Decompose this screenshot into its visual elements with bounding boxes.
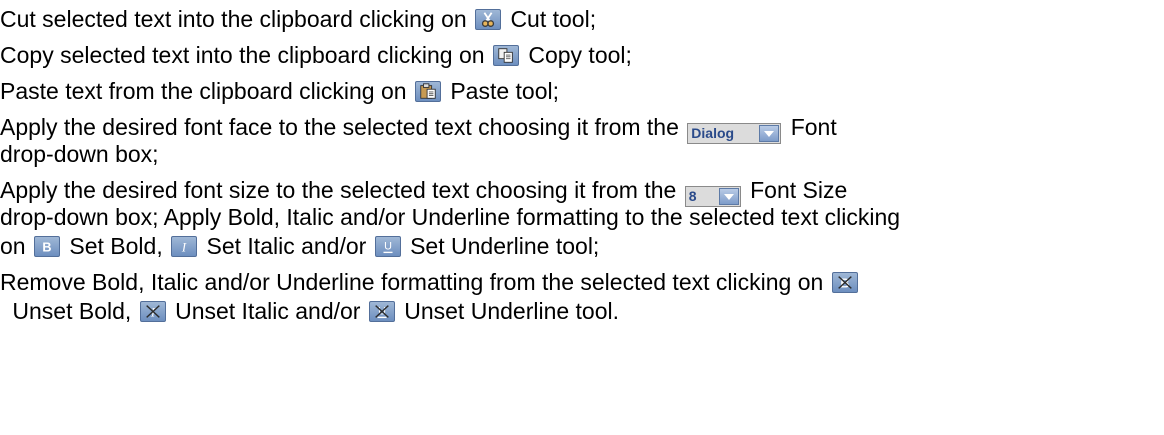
text: Paste tool;	[450, 78, 560, 104]
text: on	[0, 233, 26, 259]
text: Apply the desired font size to the selec…	[0, 177, 677, 203]
unset-format-instruction-cont: Unset Bold, I Unset Italic and/or U Unse…	[0, 296, 619, 326]
unset-format-instruction: Remove Bold, Italic and/or Underline for…	[0, 267, 861, 297]
size-instruction-cont: drop-down box; Apply Bold, Italic and/or…	[0, 202, 900, 232]
scissors-icon[interactable]	[475, 9, 502, 30]
svg-text:I: I	[181, 240, 187, 254]
text: Font	[790, 114, 837, 140]
unset-italic-icon[interactable]: I	[139, 301, 166, 322]
font-value: Dialog	[691, 125, 735, 141]
text: Copy tool;	[528, 42, 632, 68]
text: Unset Bold,	[12, 298, 132, 324]
text: drop-down box; Apply Bold, Italic and/or…	[0, 204, 901, 230]
font-instruction-cont: drop-down box;	[0, 139, 159, 169]
copy-icon[interactable]	[492, 45, 519, 66]
chevron-down-icon	[759, 125, 780, 142]
text: Cut selected text into the clipboard cli…	[0, 6, 467, 32]
text: Cut tool;	[510, 6, 597, 32]
unset-underline-icon[interactable]: U	[368, 301, 395, 322]
font-instruction: Apply the desired font face to the selec…	[0, 112, 837, 144]
text: Unset Italic and/or	[175, 298, 361, 324]
copy-instruction: Copy selected text into the clipboard cl…	[0, 40, 632, 70]
italic-icon[interactable]: I	[171, 236, 198, 257]
text: Apply the desired font face to the selec…	[0, 114, 679, 140]
svg-text:U: U	[384, 241, 392, 253]
paste-instruction: Paste text from the clipboard clicking o…	[0, 76, 559, 106]
text: Set Italic and/or	[206, 233, 367, 259]
font-dropdown[interactable]: Dialog	[687, 123, 782, 144]
text: Copy selected text into the clipboard cl…	[0, 42, 485, 68]
cut-instruction: Cut selected text into the clipboard cli…	[0, 4, 596, 34]
underline-icon[interactable]: U	[374, 236, 401, 257]
text: Font Size	[750, 177, 848, 203]
svg-text:B: B	[42, 240, 51, 254]
unset-bold-icon[interactable]: B	[831, 272, 858, 293]
paste-icon[interactable]	[414, 81, 441, 102]
text: Paste text from the clipboard clicking o…	[0, 78, 407, 104]
text: Set Bold,	[69, 233, 163, 259]
text: Remove Bold, Italic and/or Underline for…	[0, 269, 824, 295]
text: Unset Underline tool.	[404, 298, 620, 324]
bold-icon[interactable]: B	[33, 236, 60, 257]
text: Set Underline tool;	[410, 233, 600, 259]
size-instruction: Apply the desired font size to the selec…	[0, 175, 848, 207]
help-document: Cut selected text into the clipboard cli…	[0, 0, 1164, 435]
text: drop-down box;	[0, 141, 159, 167]
set-format-instruction: on B Set Bold, I Set Italic and/or U Set…	[0, 231, 599, 261]
